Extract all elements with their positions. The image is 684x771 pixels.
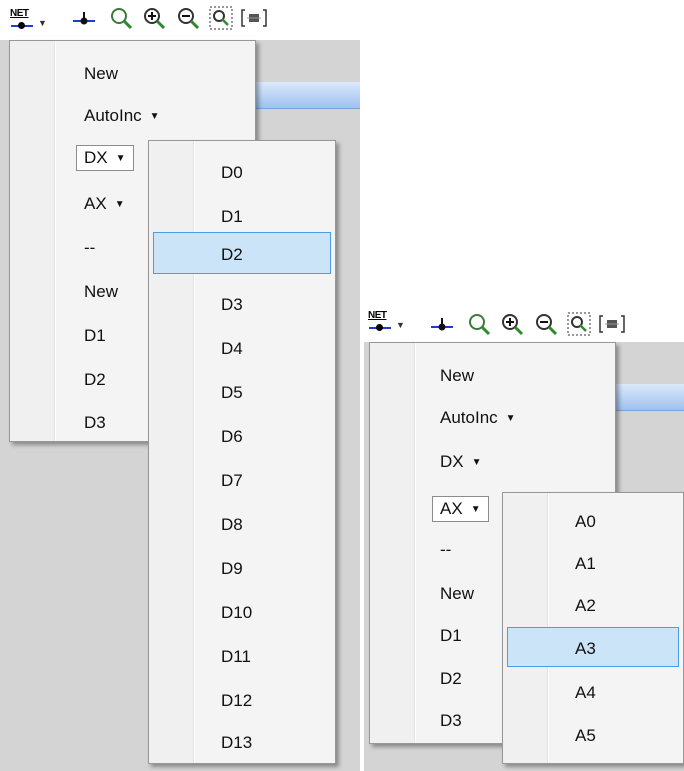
zoom-icon[interactable] (465, 310, 493, 338)
submenu-item-label: A5 (575, 726, 596, 745)
menu-item-label: -- (440, 540, 452, 559)
net-dropdown-button[interactable]: NET ▼ (366, 309, 420, 337)
menu-item-autoinc[interactable]: AutoInc ▼ (10, 98, 255, 134)
net-label: NET (10, 8, 29, 19)
zoom-out-icon[interactable] (174, 4, 202, 32)
menu-item-label: AutoInc (84, 106, 142, 125)
submenu-item-label: A3 (575, 639, 596, 658)
menu-item-label: D2 (84, 370, 106, 389)
submenu-item-d12[interactable]: D12 (149, 683, 335, 719)
submenu-item-label: D1 (221, 207, 243, 226)
submenu-item-label: D4 (221, 339, 243, 358)
submenu-item-label: D10 (221, 603, 253, 622)
menu-item-label: -- (84, 238, 96, 257)
submenu-item-label: D11 (221, 647, 251, 666)
menu-item-label: D3 (440, 711, 462, 730)
submenu-item-label: A0 (575, 512, 596, 531)
net-node-icon (18, 22, 25, 29)
right-screenshot-panel: NET ▼ New AutoInc ▼ DX ▼ AX ▼ -- New D1 … (364, 302, 684, 771)
menu-item-label: DX (440, 452, 464, 471)
menu-item-dx[interactable]: DX ▼ (370, 444, 615, 480)
submenu-item-d7[interactable]: D7 (149, 463, 335, 499)
chevron-down-icon: ▼ (396, 320, 405, 330)
submenu-item-label: D7 (221, 471, 243, 490)
menu-item-label: New (84, 64, 119, 83)
junction-icon[interactable] (428, 310, 456, 338)
toolbar: NET ▼ (0, 0, 360, 40)
chevron-down-icon: ▼ (505, 413, 516, 424)
menu-item-label: D2 (440, 669, 462, 688)
zoom-fit-icon[interactable] (565, 310, 593, 338)
submenu-item-label: D0 (221, 163, 243, 182)
chevron-down-icon: ▼ (114, 199, 125, 210)
chevron-down-icon: ▼ (149, 111, 160, 122)
submenu-item-label: A4 (575, 683, 596, 702)
component-icon[interactable] (240, 4, 268, 32)
submenu-item-d4[interactable]: D4 (149, 331, 335, 367)
net-label: NET (368, 310, 387, 321)
submenu-item-d13[interactable]: D13 (149, 725, 335, 761)
submenu-item-a0[interactable]: A0 (503, 504, 683, 540)
menu-item-autoinc[interactable]: AutoInc ▼ (370, 400, 615, 436)
menu-item-label: AX (84, 194, 107, 213)
menu-item-new[interactable]: New (370, 358, 615, 394)
submenu-item-label: D2 (221, 245, 243, 264)
junction-icon[interactable] (70, 4, 98, 32)
menu-item-new[interactable]: New (10, 56, 255, 92)
title-bar (250, 82, 360, 109)
menu-item-label: D1 (440, 626, 462, 645)
submenu-item-d0[interactable]: D0 (149, 155, 335, 191)
menu-item-label: AutoInc (440, 408, 498, 427)
submenu-item-a1[interactable]: A1 (503, 546, 683, 582)
ax-submenu: A0 A1 A2 A3 A4 A5 (502, 492, 684, 764)
menu-item-label: D1 (84, 326, 106, 345)
submenu-item-d11[interactable]: D11 (149, 639, 335, 675)
submenu-item-d5[interactable]: D5 (149, 375, 335, 411)
title-bar (610, 384, 684, 411)
menu-item-label: D3 (84, 413, 106, 432)
net-dropdown-button[interactable]: NET ▼ (8, 7, 62, 35)
submenu-item-d2[interactable]: D2 (153, 232, 331, 274)
net-node-icon (376, 324, 383, 331)
zoom-icon[interactable] (107, 4, 135, 32)
submenu-item-a5[interactable]: A5 (503, 718, 683, 754)
menu-item-label: New (440, 584, 475, 603)
submenu-item-label: D13 (221, 733, 253, 752)
submenu-item-d10[interactable]: D10 (149, 595, 335, 631)
submenu-item-a2[interactable]: A2 (503, 588, 683, 624)
submenu-item-d6[interactable]: D6 (149, 419, 335, 455)
chevron-down-icon: ▼ (38, 18, 47, 28)
zoom-in-icon[interactable] (140, 4, 168, 32)
menu-item-label: AX (440, 499, 463, 518)
submenu-item-d8[interactable]: D8 (149, 507, 335, 543)
submenu-item-a4[interactable]: A4 (503, 675, 683, 711)
submenu-item-label: D5 (221, 383, 243, 402)
submenu-item-a3[interactable]: A3 (507, 627, 679, 667)
menu-item-label: New (440, 366, 475, 385)
chevron-down-icon: ▼ (471, 457, 482, 468)
submenu-item-label: D9 (221, 559, 243, 578)
dx-submenu: D0 D1 D2 D3 D4 D5 D6 D7 D8 D9 D10 D11 D1… (148, 140, 336, 764)
submenu-item-label: D6 (221, 427, 243, 446)
submenu-item-d3[interactable]: D3 (149, 287, 335, 323)
submenu-item-d1[interactable]: D1 (149, 199, 335, 235)
toolbar: NET ▼ (364, 302, 684, 342)
chevron-down-icon: ▼ (470, 504, 481, 515)
submenu-item-label: D12 (221, 691, 253, 710)
submenu-item-d9[interactable]: D9 (149, 551, 335, 587)
submenu-item-label: A1 (575, 554, 596, 573)
zoom-out-icon[interactable] (532, 310, 560, 338)
zoom-fit-icon[interactable] (207, 4, 235, 32)
submenu-item-label: D8 (221, 515, 243, 534)
submenu-item-label: A2 (575, 596, 596, 615)
submenu-item-label: D3 (221, 295, 243, 314)
menu-item-label: DX (84, 148, 108, 167)
component-icon[interactable] (598, 310, 626, 338)
menu-item-label: New (84, 282, 119, 301)
left-screenshot-panel: NET ▼ New AutoInc ▼ DX ▼ AX ▼ -- New D1 … (0, 0, 360, 771)
chevron-down-icon: ▼ (115, 153, 126, 164)
zoom-in-icon[interactable] (498, 310, 526, 338)
